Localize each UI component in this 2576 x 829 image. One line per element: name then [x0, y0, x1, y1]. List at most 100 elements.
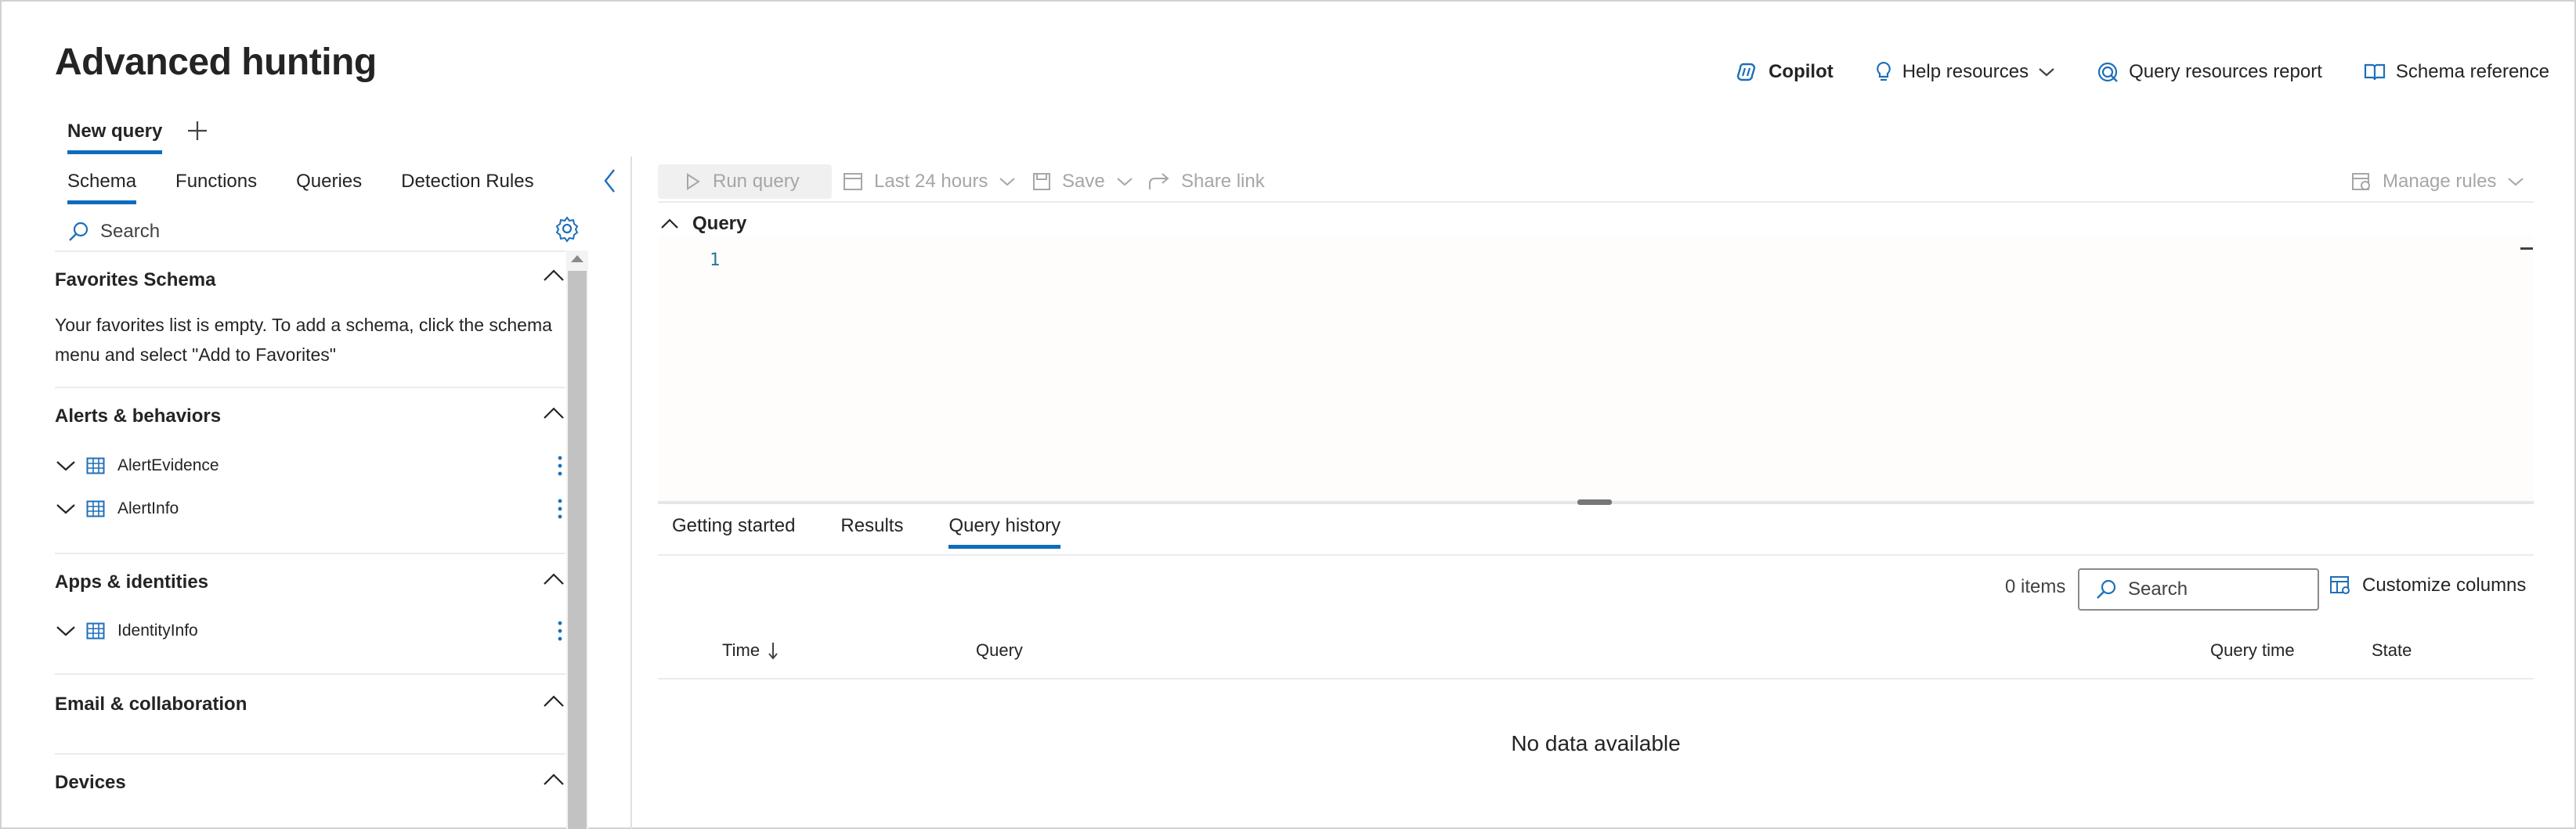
scroll-up-arrow[interactable]: [571, 255, 583, 262]
schema-table-row[interactable]: AlertEvidence: [55, 450, 564, 481]
toolbar-divider: [658, 201, 2534, 203]
header-divider: [658, 678, 2534, 679]
tab-detection-rules[interactable]: Detection Rules: [401, 171, 533, 204]
arrow-down-icon: [768, 641, 779, 660]
divider: [55, 673, 565, 675]
save-label: Save: [1062, 171, 1105, 192]
manage-rules-icon: [2351, 171, 2372, 192]
query-resources-report-label: Query resources report: [2129, 61, 2322, 82]
column-time-label: Time: [722, 640, 761, 660]
copilot-button[interactable]: Copilot: [1736, 61, 1834, 83]
chevron-down-icon[interactable]: [55, 501, 77, 517]
chevron-up-icon[interactable]: [542, 405, 565, 421]
run-query-label: Run query: [713, 171, 800, 192]
items-count: 0 items: [2005, 576, 2066, 597]
search-icon: [2095, 578, 2117, 600]
table-name: AlertEvidence: [117, 456, 219, 474]
divider: [55, 387, 565, 388]
minimize-icon[interactable]: [2520, 247, 2533, 250]
column-query-label: Query: [976, 640, 1023, 660]
results-tabs: Getting started Results Query history: [672, 515, 1061, 549]
chevron-down-icon: [2507, 176, 2524, 187]
table-name: IdentityInfo: [117, 622, 198, 640]
help-resources-label: Help resources: [1902, 61, 2029, 82]
divider: [55, 753, 565, 755]
column-query-time-label: Query time: [2210, 640, 2295, 660]
column-header-query[interactable]: Query: [976, 640, 1023, 661]
book-icon: [2363, 62, 2386, 82]
query-resources-icon: [2096, 60, 2119, 84]
help-resources-dropdown[interactable]: Help resources: [1874, 60, 2055, 84]
plus-icon[interactable]: [186, 119, 209, 142]
schema-reference-label: Schema reference: [2395, 61, 2549, 82]
chevron-up-icon: [659, 217, 680, 231]
line-number: 1: [710, 251, 721, 270]
section-email-collaboration[interactable]: Email & collaboration: [55, 694, 247, 715]
column-state-label: State: [2372, 640, 2412, 660]
query-editor[interactable]: [658, 235, 2534, 501]
schema-search-input[interactable]: Search: [67, 216, 584, 247]
section-favorites-schema[interactable]: Favorites Schema: [55, 269, 215, 291]
schema-reference-button[interactable]: Schema reference: [2363, 61, 2549, 83]
time-range-dropdown[interactable]: Last 24 hours: [843, 164, 1016, 199]
customize-columns-button[interactable]: Customize columns: [2329, 575, 2526, 597]
query-resources-report-button[interactable]: Query resources report: [2096, 60, 2322, 84]
customize-columns-label: Customize columns: [2362, 575, 2527, 596]
page-title: Advanced hunting: [55, 41, 377, 83]
more-options-icon[interactable]: [556, 619, 564, 643]
more-options-icon[interactable]: [556, 497, 564, 521]
tab-queries[interactable]: Queries: [296, 171, 362, 204]
run-query-button[interactable]: Run query: [658, 164, 832, 199]
chevron-down-icon[interactable]: [55, 458, 77, 474]
tab-getting-started[interactable]: Getting started: [672, 515, 795, 549]
save-icon: [1032, 172, 1051, 191]
calendar-icon: [843, 171, 863, 192]
schema-panel-tabs: Schema Functions Queries Detection Rules: [67, 171, 534, 204]
column-header-query-time[interactable]: Query time: [2210, 640, 2295, 661]
gear-icon[interactable]: [553, 214, 581, 243]
tab-schema[interactable]: Schema: [67, 171, 137, 204]
history-search-input[interactable]: Search: [2078, 568, 2319, 611]
column-header-time[interactable]: Time: [722, 640, 779, 661]
more-options-icon[interactable]: [556, 454, 564, 478]
schema-table-row[interactable]: IdentityInfo: [55, 615, 564, 647]
table-icon: [86, 457, 105, 474]
tab-results[interactable]: Results: [840, 515, 903, 549]
search-icon: [67, 221, 89, 243]
tab-functions[interactable]: Functions: [175, 171, 257, 204]
chevron-up-icon[interactable]: [542, 571, 565, 587]
table-name: AlertInfo: [117, 499, 179, 517]
query-section-header[interactable]: Query: [659, 213, 746, 235]
chevron-down-icon: [2038, 67, 2055, 77]
lightbulb-icon: [1874, 60, 1893, 84]
tab-new-query[interactable]: New query: [67, 121, 163, 154]
chevron-down-icon[interactable]: [55, 623, 77, 639]
no-data-message: No data available: [1511, 731, 1681, 755]
section-alerts-behaviors[interactable]: Alerts & behaviors: [55, 405, 221, 427]
search-placeholder: Search: [100, 221, 161, 242]
chevron-up-icon[interactable]: [542, 772, 565, 788]
column-header-state[interactable]: State: [2372, 640, 2412, 661]
manage-rules-dropdown[interactable]: Manage rules: [2351, 164, 2524, 199]
time-range-label: Last 24 hours: [874, 171, 988, 192]
schema-table-row[interactable]: AlertInfo: [55, 493, 564, 524]
chevron-up-icon[interactable]: [542, 268, 565, 283]
splitter-handle[interactable]: [1577, 499, 1612, 505]
share-link-button[interactable]: Share link: [1148, 164, 1265, 199]
save-button[interactable]: Save: [1032, 164, 1133, 199]
chevron-down-icon: [1116, 176, 1133, 187]
collapse-panel-button[interactable]: [598, 168, 622, 194]
favorites-empty-message: Your favorites list is empty. To add a s…: [55, 315, 552, 365]
tab-query-history[interactable]: Query history: [948, 515, 1061, 549]
divider: [55, 553, 565, 554]
share-link-label: Share link: [1181, 171, 1265, 192]
section-apps-identities[interactable]: Apps & identities: [55, 571, 208, 593]
copilot-label: Copilot: [1769, 61, 1834, 82]
query-toolbar: Run query Last 24 hours Save Share link …: [658, 164, 2534, 199]
customize-columns-icon: [2329, 575, 2351, 596]
chevron-up-icon[interactable]: [542, 694, 565, 709]
panel-divider: [630, 157, 632, 829]
divider: [55, 251, 565, 252]
table-icon: [86, 622, 105, 640]
section-devices[interactable]: Devices: [55, 772, 126, 794]
